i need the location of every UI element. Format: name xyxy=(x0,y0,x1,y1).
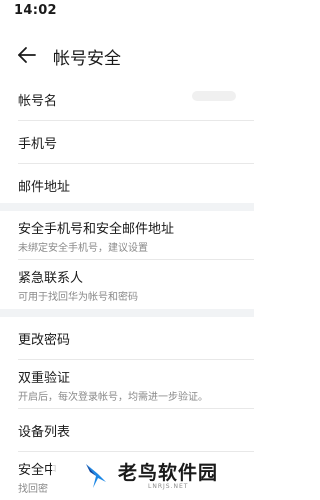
section-divider xyxy=(0,203,254,211)
change-password-label: 更改密码 xyxy=(18,333,71,348)
phone-number-row[interactable]: 手机号 xyxy=(18,121,254,164)
watermark-site: LNRJS.NET xyxy=(148,483,189,490)
page-title: 帐号安全 xyxy=(53,49,121,69)
two-factor-row[interactable]: 双重验证 开启后，每次登录帐号，均需进一步验证。 xyxy=(18,360,254,409)
status-bar: 14:02 xyxy=(0,0,254,22)
account-name-label: 帐号名 xyxy=(18,94,58,109)
security-phone-email-label: 安全手机号和安全邮件地址 xyxy=(18,222,175,237)
security-contacts-section: 安全手机号和安全邮件地址 未绑定安全手机号，建议设置 紧急联系人 可用于找回华为… xyxy=(0,211,254,308)
device-list-row[interactable]: 设备列表 xyxy=(18,409,254,452)
phone-number-label: 手机号 xyxy=(18,137,58,152)
security-center-subtitle: 找回密 xyxy=(18,484,48,495)
watermark: 老鸟软件园 LNRJS.NET xyxy=(52,454,254,499)
account-info-section: 帐号名 手机号 邮件地址 xyxy=(0,78,254,206)
status-time: 14:02 xyxy=(14,3,57,18)
emergency-contact-subtitle: 可用于找回华为帐号和密码 xyxy=(18,292,138,303)
two-factor-label: 双重验证 xyxy=(18,371,71,386)
back-button[interactable] xyxy=(14,42,40,68)
security-phone-email-subtitle: 未绑定安全手机号，建议设置 xyxy=(18,243,148,254)
emergency-contact-label: 紧急联系人 xyxy=(18,271,84,286)
email-address-row[interactable]: 邮件地址 xyxy=(18,164,254,206)
security-phone-email-row[interactable]: 安全手机号和安全邮件地址 未绑定安全手机号，建议设置 xyxy=(18,211,254,260)
watermark-text: 老鸟软件园 xyxy=(118,462,219,484)
two-factor-subtitle: 开启后，每次登录帐号，均需进一步验证。 xyxy=(18,392,208,403)
emergency-contact-row[interactable]: 紧急联系人 可用于找回华为帐号和密码 xyxy=(18,260,254,308)
account-name-value-blurred xyxy=(192,91,236,101)
change-password-row[interactable]: 更改密码 xyxy=(18,317,254,360)
app-bar: 帐号安全 xyxy=(0,38,254,72)
bird-logo-icon xyxy=(86,464,106,488)
section-divider xyxy=(0,309,254,317)
account-name-row[interactable]: 帐号名 xyxy=(18,78,254,121)
arrow-left-icon xyxy=(18,47,36,63)
email-address-label: 邮件地址 xyxy=(18,180,71,195)
device-list-label: 设备列表 xyxy=(18,425,71,440)
